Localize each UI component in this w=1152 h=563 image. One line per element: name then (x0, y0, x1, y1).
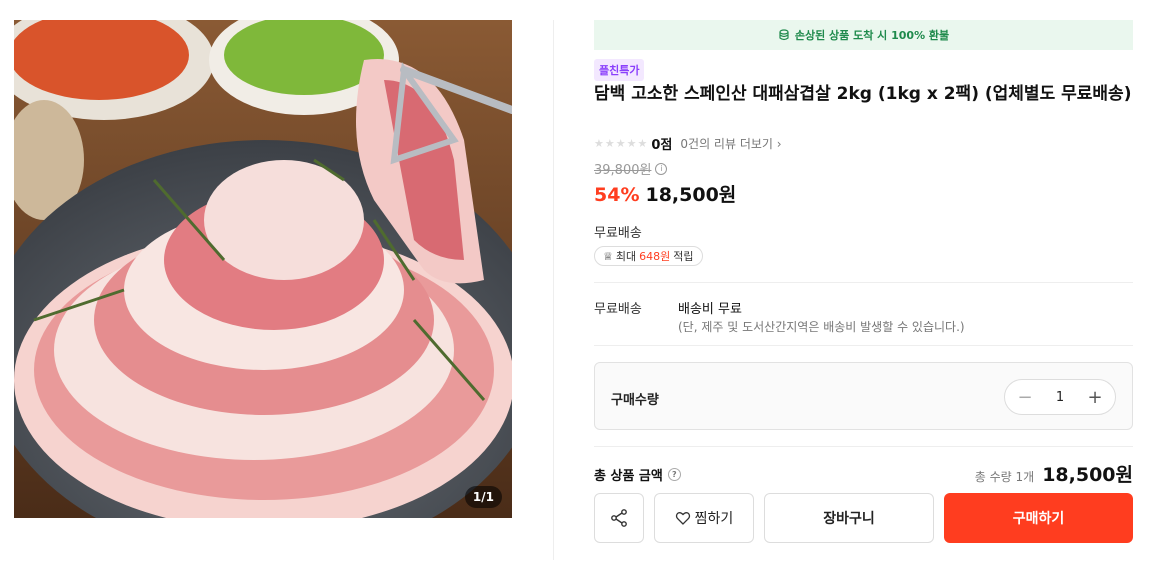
star-icon: ★ (615, 137, 626, 150)
refund-banner-text: 손상된 상품 도착 시 100% 환불 (794, 29, 950, 42)
heart-icon (675, 512, 690, 525)
rating-score: 0점 (651, 138, 673, 153)
cart-button[interactable]: 장바구니 (764, 493, 934, 543)
refund-banner: 손상된 상품 도착 시 100% 환불 (594, 20, 1133, 50)
help-icon[interactable]: ? (667, 468, 681, 481)
quantity-box: 구매수량 − 1 + (594, 362, 1133, 430)
product-title: 담백 고소한 스페인산 대패삼겹살 2kg (1kg x 2팩) (업체별도 무… (594, 84, 1132, 104)
star-rating: ★ ★ ★ ★ ★ (594, 137, 647, 150)
star-icon: ★ (637, 137, 648, 150)
product-photo (14, 20, 512, 518)
promo-tag: 플친특가 (594, 59, 645, 81)
total-price: 18,500원 (1042, 464, 1133, 486)
chevron-right-icon: › (776, 137, 782, 151)
quantity-stepper: − 1 + (1004, 379, 1116, 415)
total-quantity: 총 수량 1개 (974, 470, 1035, 484)
info-icon[interactable]: i (655, 162, 668, 175)
points-prefix: 최대 (615, 250, 637, 263)
image-counter: 1/1 (464, 486, 502, 508)
crown-icon: ♕ (603, 249, 613, 263)
total-label: 총 상품 금액 ? (594, 465, 681, 484)
action-bar: 찜하기 장바구니 구매하기 (594, 493, 1133, 543)
sale-price: 18,500원 (645, 184, 737, 206)
points-badge: ♕ 최대 648원 적립 (594, 246, 703, 266)
shipping-row-label: 무료배송 (594, 302, 642, 317)
quantity-label: 구매수량 (611, 393, 659, 408)
price-row: 54% 18,500원 (594, 180, 736, 207)
product-info-panel: 손상된 상품 도착 시 100% 환불 플친특가 담백 고소한 스페인산 대패삼… (594, 20, 1133, 543)
shipping-fee: 배송비 무료 (678, 302, 742, 317)
share-button[interactable] (594, 493, 644, 543)
points-suffix: 적립 (673, 250, 694, 263)
wishlist-button[interactable]: 찜하기 (654, 493, 754, 543)
minus-button[interactable]: − (1017, 387, 1033, 408)
free-shipping-label: 무료배송 (594, 226, 642, 241)
quantity-value[interactable]: 1 (1056, 390, 1064, 405)
original-price: 39,800원 i (594, 159, 668, 178)
buy-button[interactable]: 구매하기 (944, 493, 1133, 543)
divider (594, 282, 1133, 283)
total-label-text: 총 상품 금액 (594, 469, 663, 484)
discount-rate: 54% (594, 184, 640, 206)
product-image[interactable]: 1/1 (14, 20, 512, 518)
wishlist-label: 찜하기 (694, 511, 734, 527)
star-icon: ★ (594, 137, 604, 150)
star-icon: ★ (604, 137, 615, 150)
review-link-label: 0건의 리뷰 더보기 (680, 137, 773, 151)
original-price-value: 39,800원 (594, 163, 652, 178)
rating-row: ★ ★ ★ ★ ★ 0점 0건의 리뷰 더보기 › (594, 134, 782, 153)
shipping-note: (단, 제주 및 도서산간지역은 배송비 발생할 수 있습니다.) (678, 320, 965, 334)
total-summary: 총 수량 1개 18,500원 (975, 460, 1133, 487)
review-link[interactable]: 0건의 리뷰 더보기 › (680, 135, 781, 152)
divider (594, 446, 1133, 447)
star-icon: ★ (626, 137, 637, 150)
plus-button[interactable]: + (1087, 387, 1103, 408)
vertical-divider (553, 20, 554, 560)
coins-icon (779, 29, 789, 41)
points-amount: 648원 (639, 250, 671, 263)
divider (594, 345, 1133, 346)
share-icon (611, 509, 627, 527)
